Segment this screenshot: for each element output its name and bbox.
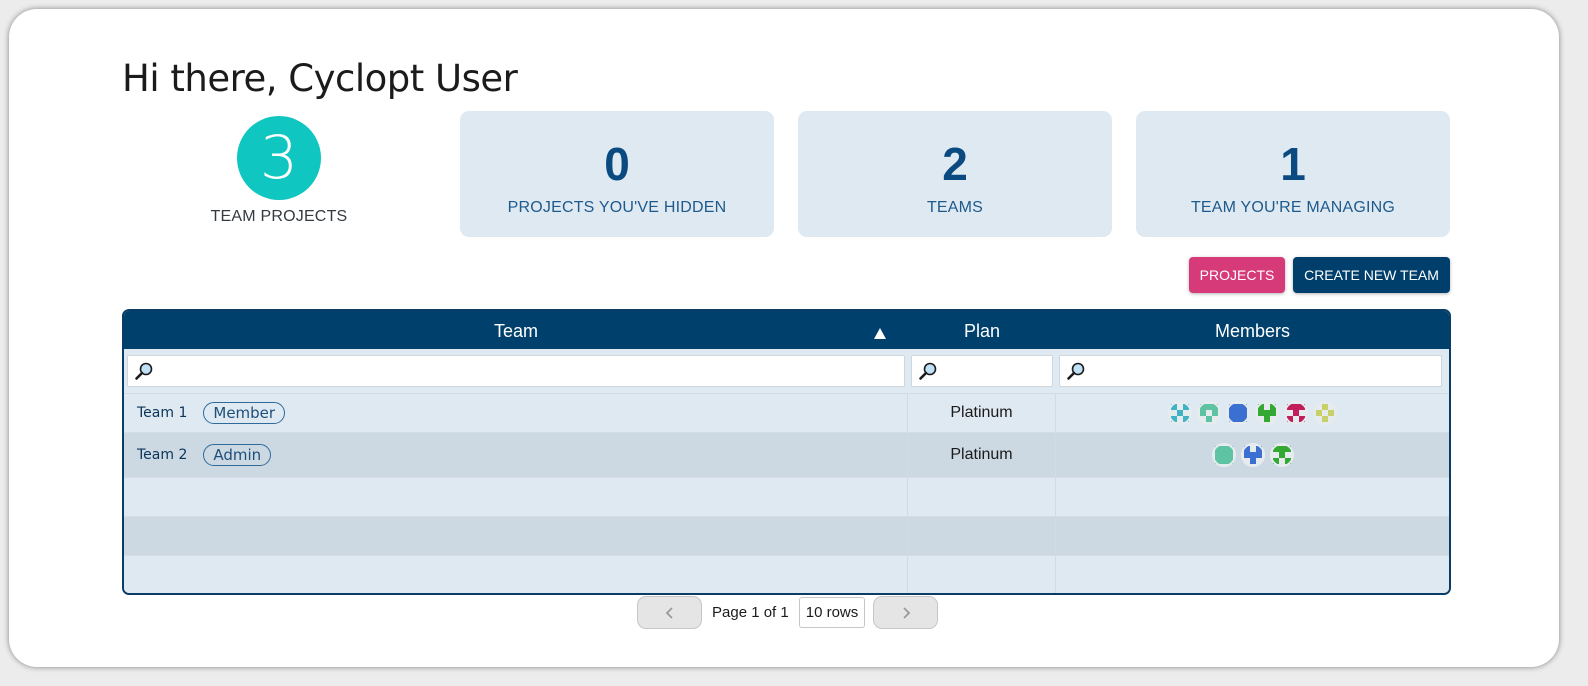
member-avatar[interactable] [1226,401,1250,425]
table-row[interactable]: Team 2 Admin Platinum [124,433,1449,478]
hidden-projects-label: PROJECTS YOU'VE HIDDEN [507,199,727,216]
managing-teams-label: TEAM YOU'RE MANAGING [1190,199,1396,216]
page-title: Hi there, Cyclopt User [122,57,518,100]
hidden-projects-count: 0 [604,138,630,190]
members-cell [1056,556,1449,593]
teams-label: TEAMS [926,199,984,216]
create-new-team-button[interactable]: CREATE NEW TEAM [1293,257,1450,293]
plan-cell: Platinum [908,433,1056,477]
member-avatar[interactable] [1211,443,1236,467]
column-header-members[interactable]: Members [1056,311,1449,349]
team-filter-input[interactable] [127,355,905,387]
team-cell: Team 1 Member [124,394,908,432]
pagination: Page 1 of 1 10 rows [637,596,939,629]
search-icon [919,362,937,380]
empty-row [124,556,1449,593]
empty-row [124,517,1449,556]
teams-table: Team Plan Members Team 1 Member Platinum… [122,309,1451,595]
team-projects-label: TEAM PROJECTS [210,208,348,225]
sort-ascending-icon [874,328,886,339]
team-cell [124,478,908,516]
column-header-team-label: Team [493,321,538,341]
empty-row [124,478,1449,517]
chevron-right-icon [903,606,911,619]
members-cell [1056,394,1449,432]
search-icon [1067,362,1085,380]
plan-cell: Platinum [908,394,1056,432]
previous-page-button[interactable] [637,596,702,629]
column-header-team[interactable]: Team [124,311,908,349]
member-avatar[interactable] [1269,443,1294,467]
role-badge: Admin [203,444,272,466]
members-filter-input[interactable] [1059,355,1442,387]
teams-count: 2 [942,138,968,190]
members-cell [1056,517,1449,555]
team-projects-stat: 3 TEAM PROJECTS [209,116,349,226]
members-filter [1056,355,1445,387]
member-avatar[interactable] [1313,401,1337,425]
team-name[interactable]: Team 1 [137,405,187,421]
team-name[interactable]: Team 2 [137,447,187,463]
team-cell: Team 2 Admin [124,433,908,477]
projects-button[interactable]: PROJECTS [1189,257,1285,293]
search-icon [135,362,153,380]
team-cell [124,517,908,555]
teams-stat[interactable]: 2 TEAMS [798,111,1112,237]
table-header: Team Plan Members [124,311,1449,349]
chevron-left-icon [665,606,673,619]
table-row[interactable]: Team 1 Member Platinum [124,394,1449,433]
members-cell [1056,478,1449,516]
plan-cell [908,517,1056,555]
plan-cell [908,478,1056,516]
managing-teams-count: 1 [1280,138,1306,190]
page-indicator: Page 1 of 1 [712,604,789,621]
team-projects-count: 3 [237,116,321,200]
plan-filter [908,355,1056,387]
member-avatar[interactable] [1168,401,1192,425]
plan-cell [908,556,1056,593]
filter-row [124,349,1449,394]
rows-per-page-select[interactable]: 10 rows [798,597,866,628]
role-badge: Member [203,402,286,424]
hidden-projects-stat[interactable]: 0 PROJECTS YOU'VE HIDDEN [460,111,774,237]
members-cell [1056,433,1449,477]
column-header-plan[interactable]: Plan [908,311,1056,349]
next-page-button[interactable] [873,596,939,629]
member-avatar[interactable] [1197,401,1221,425]
dashboard-card: Hi there, Cyclopt User 3 TEAM PROJECTS 0… [9,9,1559,667]
managing-teams-stat[interactable]: 1 TEAM YOU'RE MANAGING [1136,111,1450,237]
member-avatar[interactable] [1255,401,1279,425]
team-cell [124,556,908,593]
member-avatar[interactable] [1240,443,1265,467]
team-filter [124,355,908,387]
member-avatar[interactable] [1284,401,1308,425]
